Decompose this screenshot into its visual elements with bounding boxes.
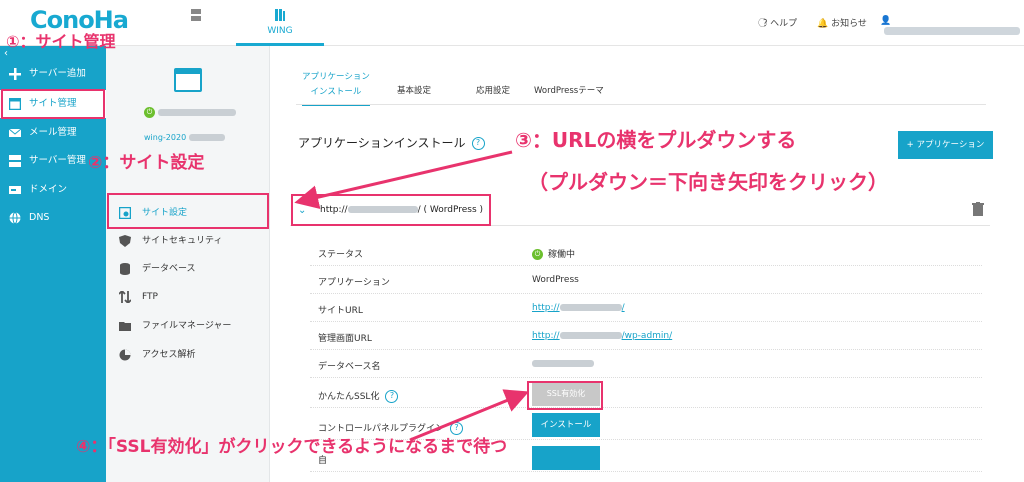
annotation-step4: ④：「SSL有効化」がクリックできるようになるまで待つ — [76, 437, 508, 457]
annotation-step2: ②：サイト設定 — [88, 153, 205, 173]
annotation-arrows — [294, 150, 530, 442]
annotation-step3: ③：URLの横をプルダウンする — [515, 128, 797, 152]
arrow-to-url-row — [294, 150, 513, 209]
annotation-step1: ①：サイト管理 — [6, 32, 116, 51]
annotation-step3-note: （プルダウン＝下向き矢印をクリック） — [528, 170, 888, 194]
